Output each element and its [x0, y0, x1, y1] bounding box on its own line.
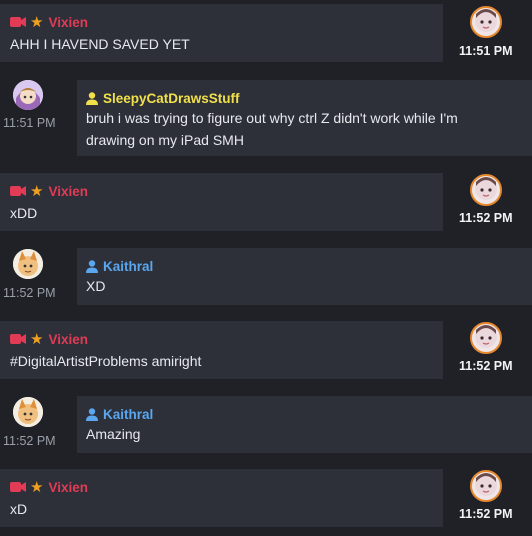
- message-text: AHH I HAVEND SAVED YET: [10, 36, 190, 52]
- author-name[interactable]: Kaithral: [103, 259, 153, 274]
- avatar[interactable]: [470, 322, 502, 354]
- camera-icon: [10, 334, 26, 344]
- timestamp: 11:52 PM: [459, 507, 513, 521]
- author-name[interactable]: SleepyCatDrawsStuff: [103, 91, 240, 106]
- author-name[interactable]: Vixien: [48, 332, 88, 347]
- person-icon: [86, 259, 98, 273]
- message-bubble: Kaithral Amazing: [77, 396, 532, 453]
- author-row: ★ Vixien: [10, 331, 88, 347]
- camera-icon: [10, 186, 26, 196]
- author-row: Kaithral: [86, 258, 153, 274]
- message-bubble: ★ Vixien #DigitalArtistProblems amiright: [0, 321, 443, 379]
- person-icon: [86, 91, 98, 105]
- message-text: #DigitalArtistProblems amiright: [10, 353, 202, 369]
- author-name[interactable]: Vixien: [48, 15, 88, 30]
- camera-icon: [10, 17, 26, 27]
- timestamp: 11:51 PM: [3, 116, 56, 130]
- author-row: ★ Vixien: [10, 14, 88, 30]
- timestamp: 11:51 PM: [459, 44, 513, 58]
- timestamp: 11:52 PM: [3, 434, 56, 448]
- message-text-line2: drawing on my iPad SMH: [86, 132, 244, 148]
- author-row: Kaithral: [86, 406, 153, 422]
- author-row: ★ Vixien: [10, 183, 88, 199]
- author-name[interactable]: Vixien: [48, 480, 88, 495]
- timestamp: 11:52 PM: [459, 211, 513, 225]
- camera-icon: [10, 482, 26, 492]
- star-icon: ★: [30, 13, 44, 31]
- avatar[interactable]: [13, 249, 43, 279]
- timestamp: 11:52 PM: [459, 359, 513, 373]
- avatar[interactable]: [13, 397, 43, 427]
- message-bubble: ★ Vixien xDD: [0, 173, 443, 231]
- star-icon: ★: [30, 182, 44, 200]
- message-bubble: ★ Vixien xD: [0, 469, 443, 527]
- message-text: Amazing: [86, 426, 141, 442]
- person-icon: [86, 407, 98, 421]
- author-row: SleepyCatDrawsStuff: [86, 90, 240, 106]
- message-text: xD: [10, 501, 28, 517]
- author-name[interactable]: Vixien: [48, 184, 88, 199]
- message-text: xDD: [10, 205, 38, 221]
- avatar[interactable]: [470, 6, 502, 38]
- avatar[interactable]: [470, 174, 502, 206]
- avatar[interactable]: [470, 470, 502, 502]
- timestamp: 11:52 PM: [3, 286, 56, 300]
- message-text: XD: [86, 278, 106, 294]
- message-bubble: Kaithral XD: [77, 248, 532, 305]
- author-row: ★ Vixien: [10, 479, 88, 495]
- author-name[interactable]: Kaithral: [103, 407, 153, 422]
- avatar[interactable]: [13, 80, 43, 110]
- message-bubble: SleepyCatDrawsStuff bruh i was trying to…: [77, 80, 532, 156]
- star-icon: ★: [30, 478, 44, 496]
- message-text: bruh i was trying to figure out why ctrl…: [86, 110, 458, 126]
- star-icon: ★: [30, 330, 44, 348]
- message-bubble: ★ Vixien AHH I HAVEND SAVED YET: [0, 4, 443, 62]
